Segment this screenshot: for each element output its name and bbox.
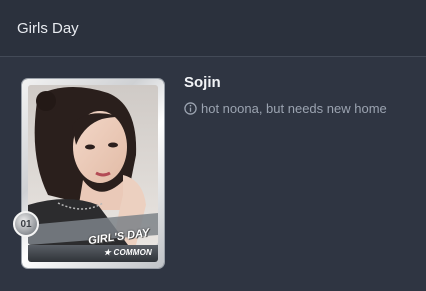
card-footer: ★ COMMON [28,245,158,262]
rarity-label: ★ COMMON [103,248,152,257]
idol-name: Sojin [184,74,221,91]
group-title: Girls Day [17,20,79,37]
card-number: 01 [20,219,32,230]
group-banner-text: GIRL'S DAY [87,226,151,245]
card-group-banner: GIRL'S DAY [28,227,158,245]
portrait-photo-icon [28,85,158,245]
card-detail-panel: Girls Day GIRL'S DAY ★ COMMON 01 Sojin h… [0,0,426,291]
info-icon [184,102,197,115]
description-row: hot noona, but needs new home [184,101,387,116]
panel-header: Girls Day [0,0,426,57]
idol-card[interactable]: GIRL'S DAY ★ COMMON [22,79,164,268]
card-number-badge: 01 [13,211,39,237]
idol-description: hot noona, but needs new home [201,101,387,116]
card-photo: GIRL'S DAY [28,85,158,245]
